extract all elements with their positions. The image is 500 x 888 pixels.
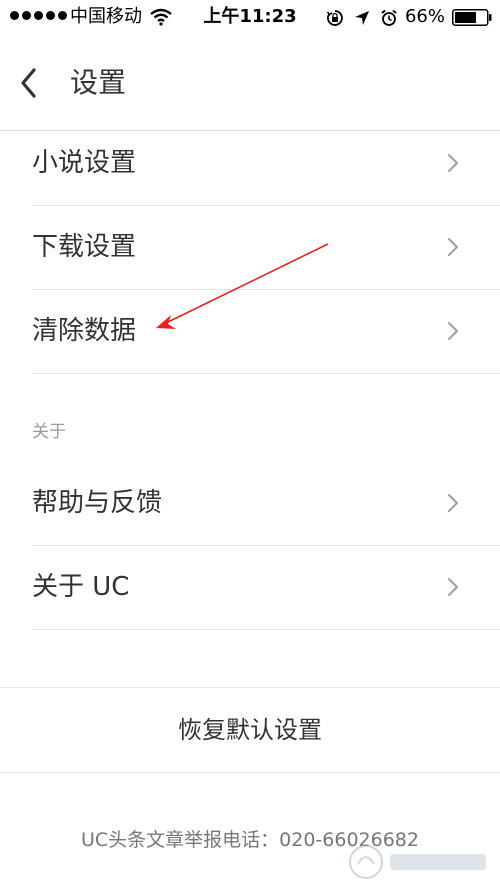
settings-item-novel[interactable]: 小说设置 <box>0 121 500 205</box>
settings-item-label: 关于 UC <box>32 572 130 602</box>
settings-item-label: 下载设置 <box>32 232 137 262</box>
nav-bar: 设置 <box>0 34 500 131</box>
location-icon <box>355 11 369 25</box>
settings-item-download[interactable]: 下载设置 <box>0 205 500 289</box>
chevron-left-icon[interactable] <box>14 64 46 102</box>
settings-item-help-feedback[interactable]: 帮助与反馈 <box>0 461 500 545</box>
status-icons <box>326 9 398 27</box>
orientation-lock-icon <box>326 10 343 26</box>
chevron-right-icon <box>448 238 458 256</box>
restore-defaults-label: 恢复默认设置 <box>178 716 322 744</box>
page-title: 设置 <box>70 66 127 99</box>
status-bar: 中国移动 上午11:23 66% <box>0 0 500 34</box>
divider <box>32 373 500 374</box>
alarm-icon <box>381 9 397 26</box>
battery-icon <box>452 9 492 26</box>
settings-screen: 中国移动 上午11:23 66% 设置 小说设置 下载设置 清除数据 关于 帮助… <box>0 0 500 888</box>
settings-item-label: 清除数据 <box>32 316 137 346</box>
chevron-right-icon <box>448 494 458 512</box>
watermark-logo-icon <box>349 845 486 879</box>
restore-defaults-button[interactable]: 恢复默认设置 <box>0 687 500 773</box>
settings-item-about-uc[interactable]: 关于 UC <box>0 545 500 629</box>
section-header-about: 关于 <box>32 422 66 442</box>
chevron-right-icon <box>448 578 458 596</box>
chevron-right-icon <box>448 154 458 172</box>
settings-item-label: 帮助与反馈 <box>32 488 163 518</box>
battery-percent: 66% <box>404 6 445 27</box>
settings-item-label: 小说设置 <box>32 148 137 178</box>
settings-item-clear-data[interactable]: 清除数据 <box>0 289 500 373</box>
divider <box>32 629 500 630</box>
chevron-right-icon <box>448 322 458 340</box>
